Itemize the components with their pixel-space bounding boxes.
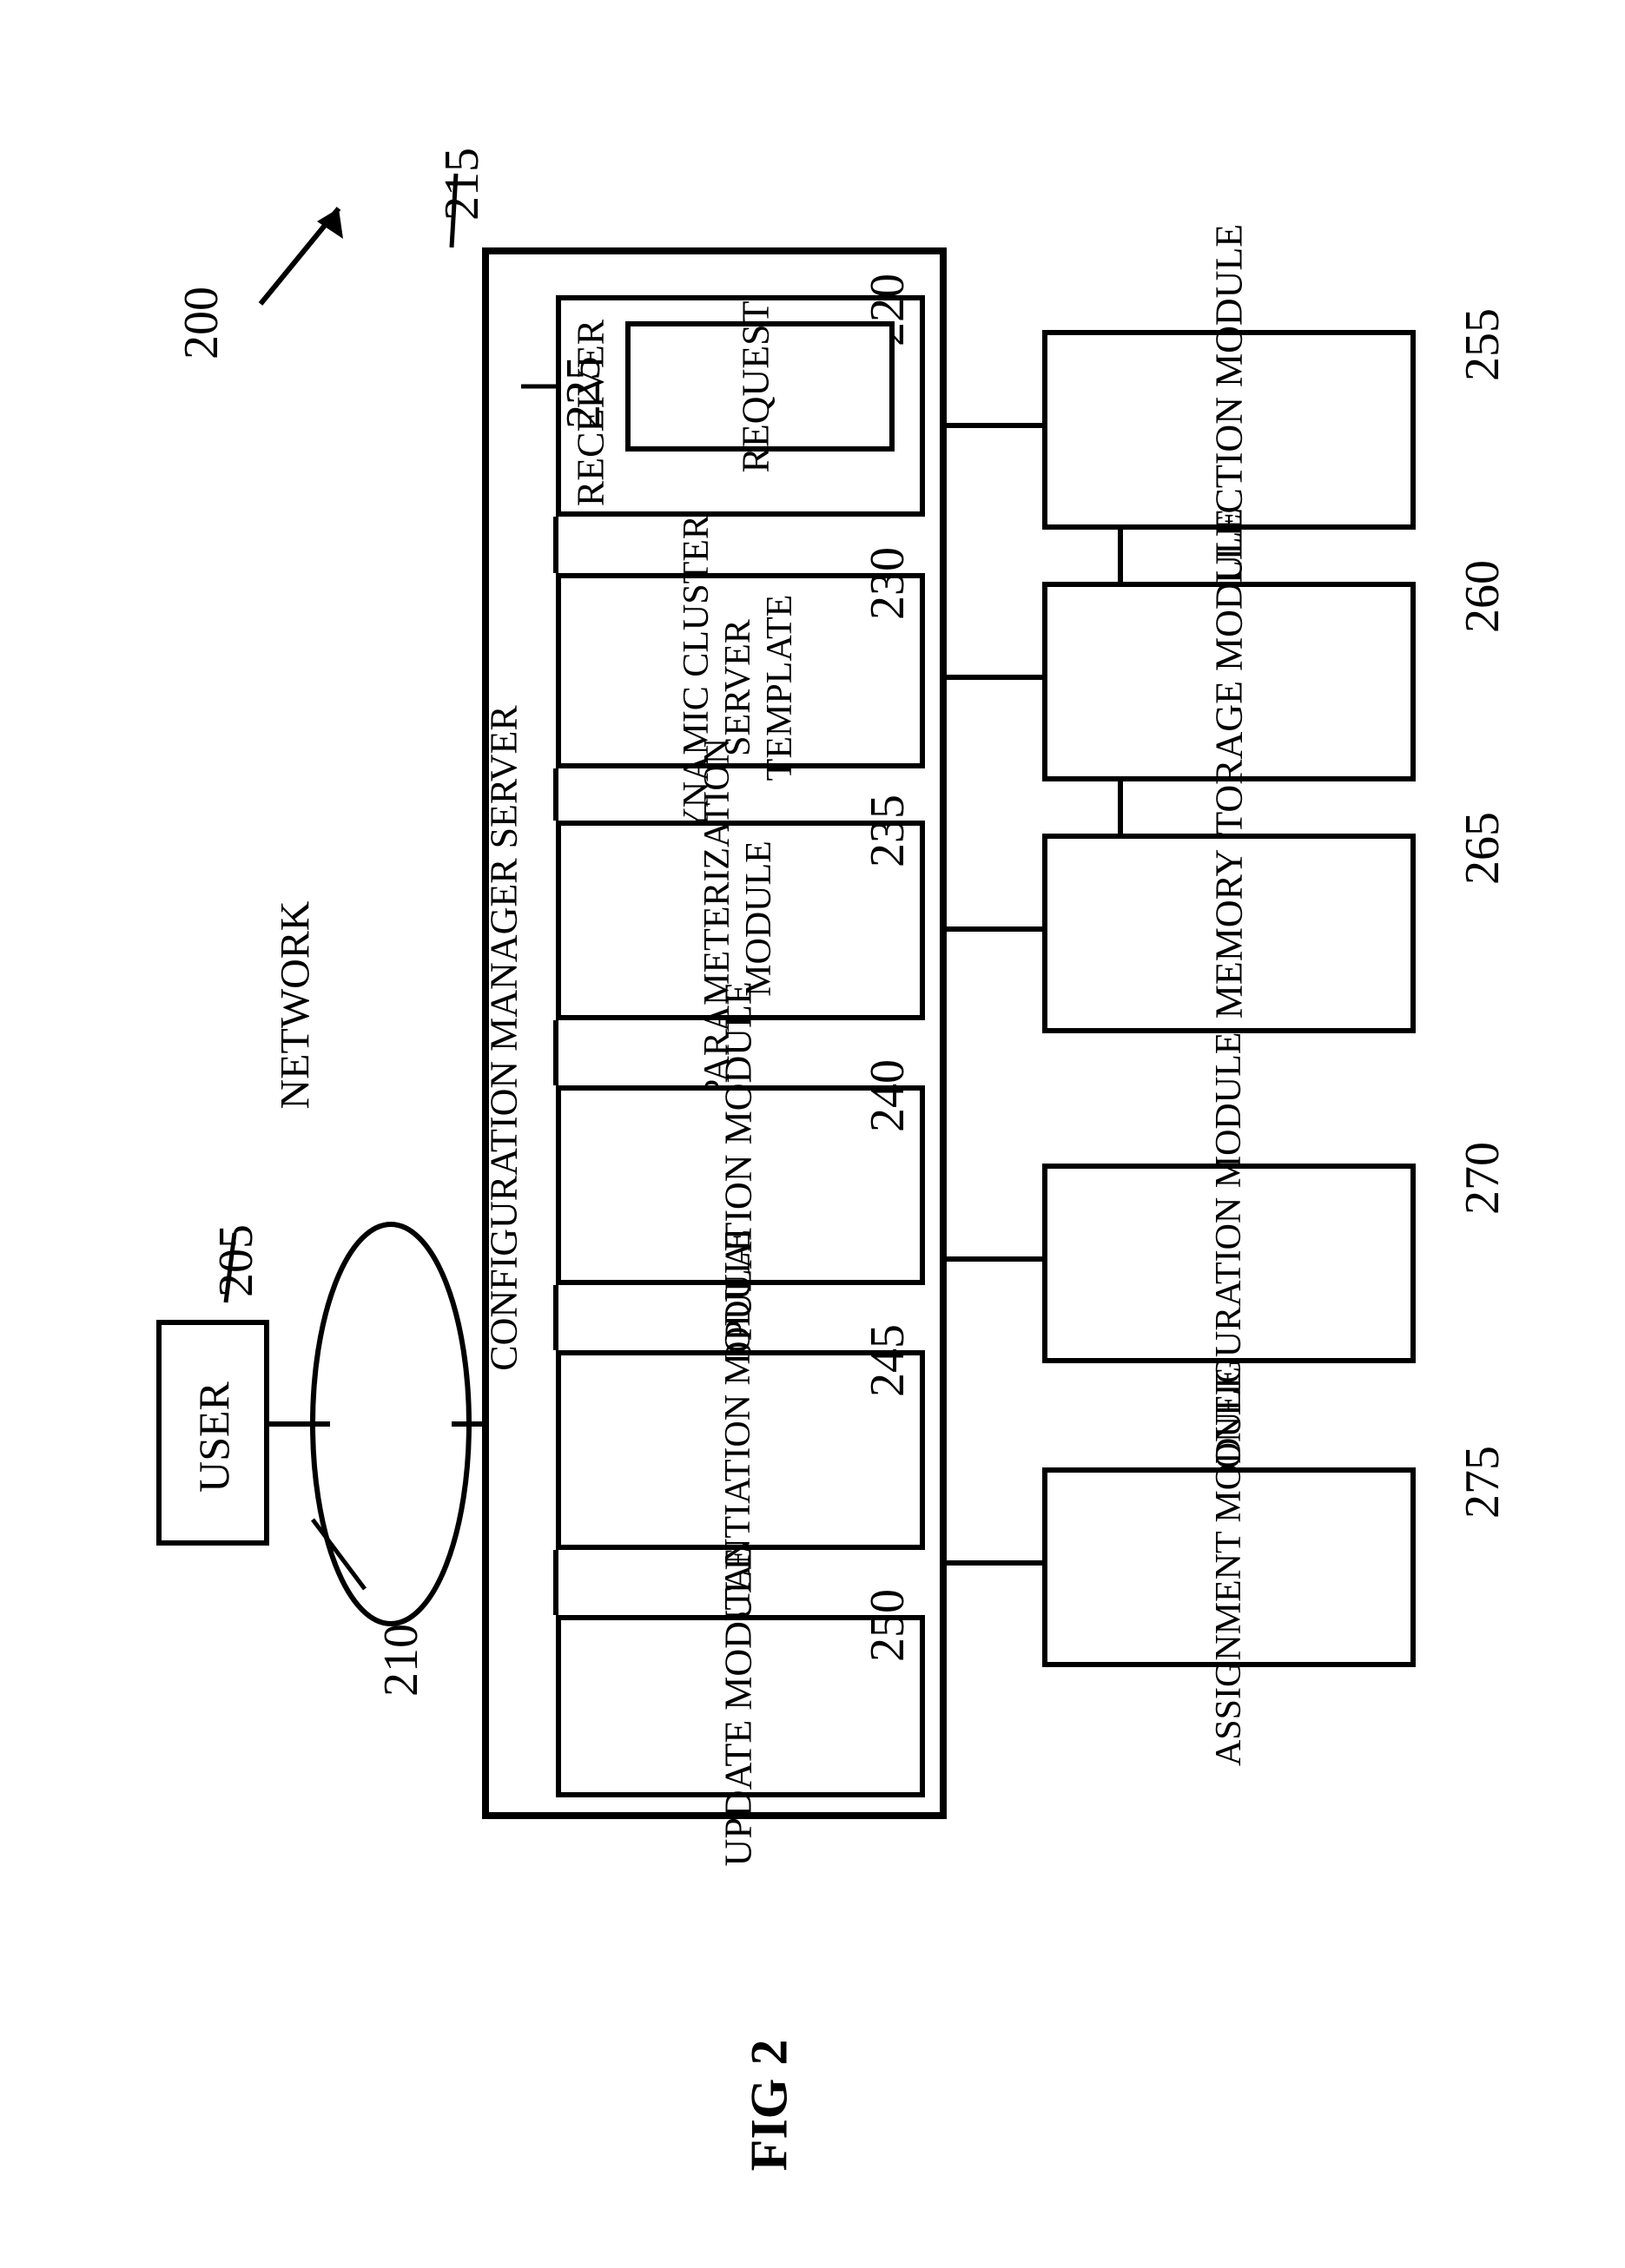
ref-230: 230 xyxy=(860,547,915,620)
figure-caption: FIG 2 xyxy=(739,2040,799,2172)
ref-205: 205 xyxy=(208,1224,264,1297)
user-label: USER xyxy=(188,1333,239,1541)
network-label: NETWORK xyxy=(272,875,320,1136)
ref-240: 240 xyxy=(860,1059,915,1132)
ref-225: 225 xyxy=(556,356,611,429)
update-module-label: UPDATE MODULE xyxy=(717,1525,761,1889)
ref-245: 245 xyxy=(860,1324,915,1397)
ref-210: 210 xyxy=(373,1624,429,1697)
ref-200: 200 xyxy=(174,287,229,359)
ref-215: 215 xyxy=(434,148,490,221)
ref-255: 255 xyxy=(1455,308,1510,381)
server-title: CONFIGURATION MANAGER SERVER xyxy=(482,604,526,1473)
user-box: USER xyxy=(156,1320,269,1546)
diagram-canvas: 200 NETWORK 210 USER 205 CONFIGURATION M… xyxy=(0,0,1625,2268)
assignment-module-label: ASSIGNMENT MODULE xyxy=(1208,1328,1250,1805)
ref-235: 235 xyxy=(860,794,915,867)
ref-250: 250 xyxy=(860,1589,915,1662)
ref-275: 275 xyxy=(1455,1446,1510,1519)
ref-270: 270 xyxy=(1455,1142,1510,1215)
ref-260: 260 xyxy=(1455,560,1510,633)
ref-265: 265 xyxy=(1455,812,1510,885)
